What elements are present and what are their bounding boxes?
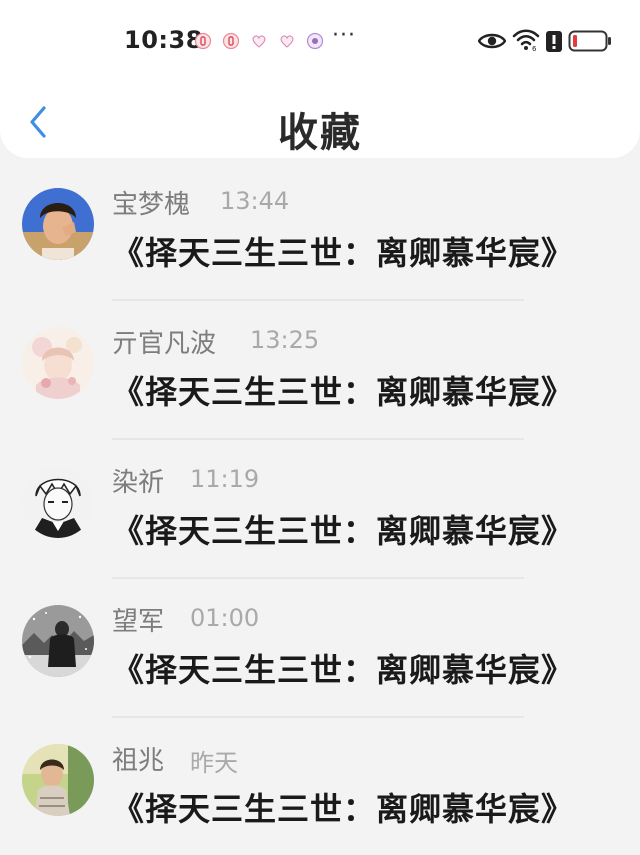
sender-name: 染祈: [112, 468, 165, 498]
status-time: 10:38: [124, 26, 203, 54]
header: 10:38 ··· 6 收藏: [0, 0, 640, 158]
avatar-anime-girl: [22, 327, 94, 399]
battery-saver-icon: [546, 31, 562, 52]
avatar[interactable]: [22, 466, 94, 538]
app-notification-icon: [194, 32, 212, 50]
avatar-boy-outdoor: [22, 744, 94, 816]
message-text: 《择天三生三世：离卿慕华宸》: [112, 373, 575, 411]
message-time: 昨天: [190, 749, 238, 777]
sender-name: 宝梦槐: [112, 190, 191, 220]
message-time: 11:19: [190, 465, 260, 493]
sender-name: 祖兆: [112, 746, 165, 776]
message-text: 《择天三生三世：离卿慕华宸》: [112, 790, 575, 828]
sender-name: 亓官凡波: [112, 329, 217, 359]
heart-notification-icon: [252, 35, 266, 48]
list-item[interactable]: 染祈 11:19 《择天三生三世：离卿慕华宸》: [0, 440, 640, 579]
app-notification-icon: [222, 32, 240, 50]
status-bar: 10:38 ··· 6: [0, 0, 640, 84]
list-item[interactable]: 宝梦槐 13:44 《择天三生三世：离卿慕华宸》: [0, 162, 640, 301]
avatar-snow-figure: [22, 605, 94, 677]
navigation-bar: 收藏: [0, 84, 640, 158]
battery-low-icon: [568, 30, 611, 52]
avatar[interactable]: [22, 605, 94, 677]
app-notification-icon: [306, 32, 324, 50]
favorites-list: 宝梦槐 13:44 《择天三生三世：离卿慕华宸》 亓官凡波 13:25 《择天三…: [0, 162, 640, 855]
message-text: 《择天三生三世：离卿慕华宸》: [112, 651, 575, 689]
more-notifications-indicator: ···: [332, 23, 356, 48]
message-time: 01:00: [190, 604, 260, 632]
list-item[interactable]: 亓官凡波 13:25 《择天三生三世：离卿慕华宸》: [0, 301, 640, 440]
page-title: 收藏: [278, 110, 362, 156]
message-text: 《择天三生三世：离卿慕华宸》: [112, 512, 575, 550]
heart-notification-icon: [280, 35, 294, 48]
list-item[interactable]: 祖兆 昨天 《择天三生三世：离卿慕华宸》: [0, 718, 640, 855]
avatar[interactable]: [22, 188, 94, 260]
svg-text:6: 6: [532, 45, 537, 52]
eye-icon: [478, 33, 506, 49]
message-time: 13:44: [220, 187, 290, 215]
avatar-manga-boy: [22, 466, 94, 538]
message-text: 《择天三生三世：离卿慕华宸》: [112, 234, 575, 272]
avatar[interactable]: [22, 744, 94, 816]
wifi-icon: 6: [512, 29, 540, 52]
avatar[interactable]: [22, 327, 94, 399]
avatar-boy-portrait: [22, 188, 94, 260]
message-time: 13:25: [250, 326, 320, 354]
sender-name: 望军: [112, 607, 165, 637]
list-item[interactable]: 望军 01:00 《择天三生三世：离卿慕华宸》: [0, 579, 640, 718]
